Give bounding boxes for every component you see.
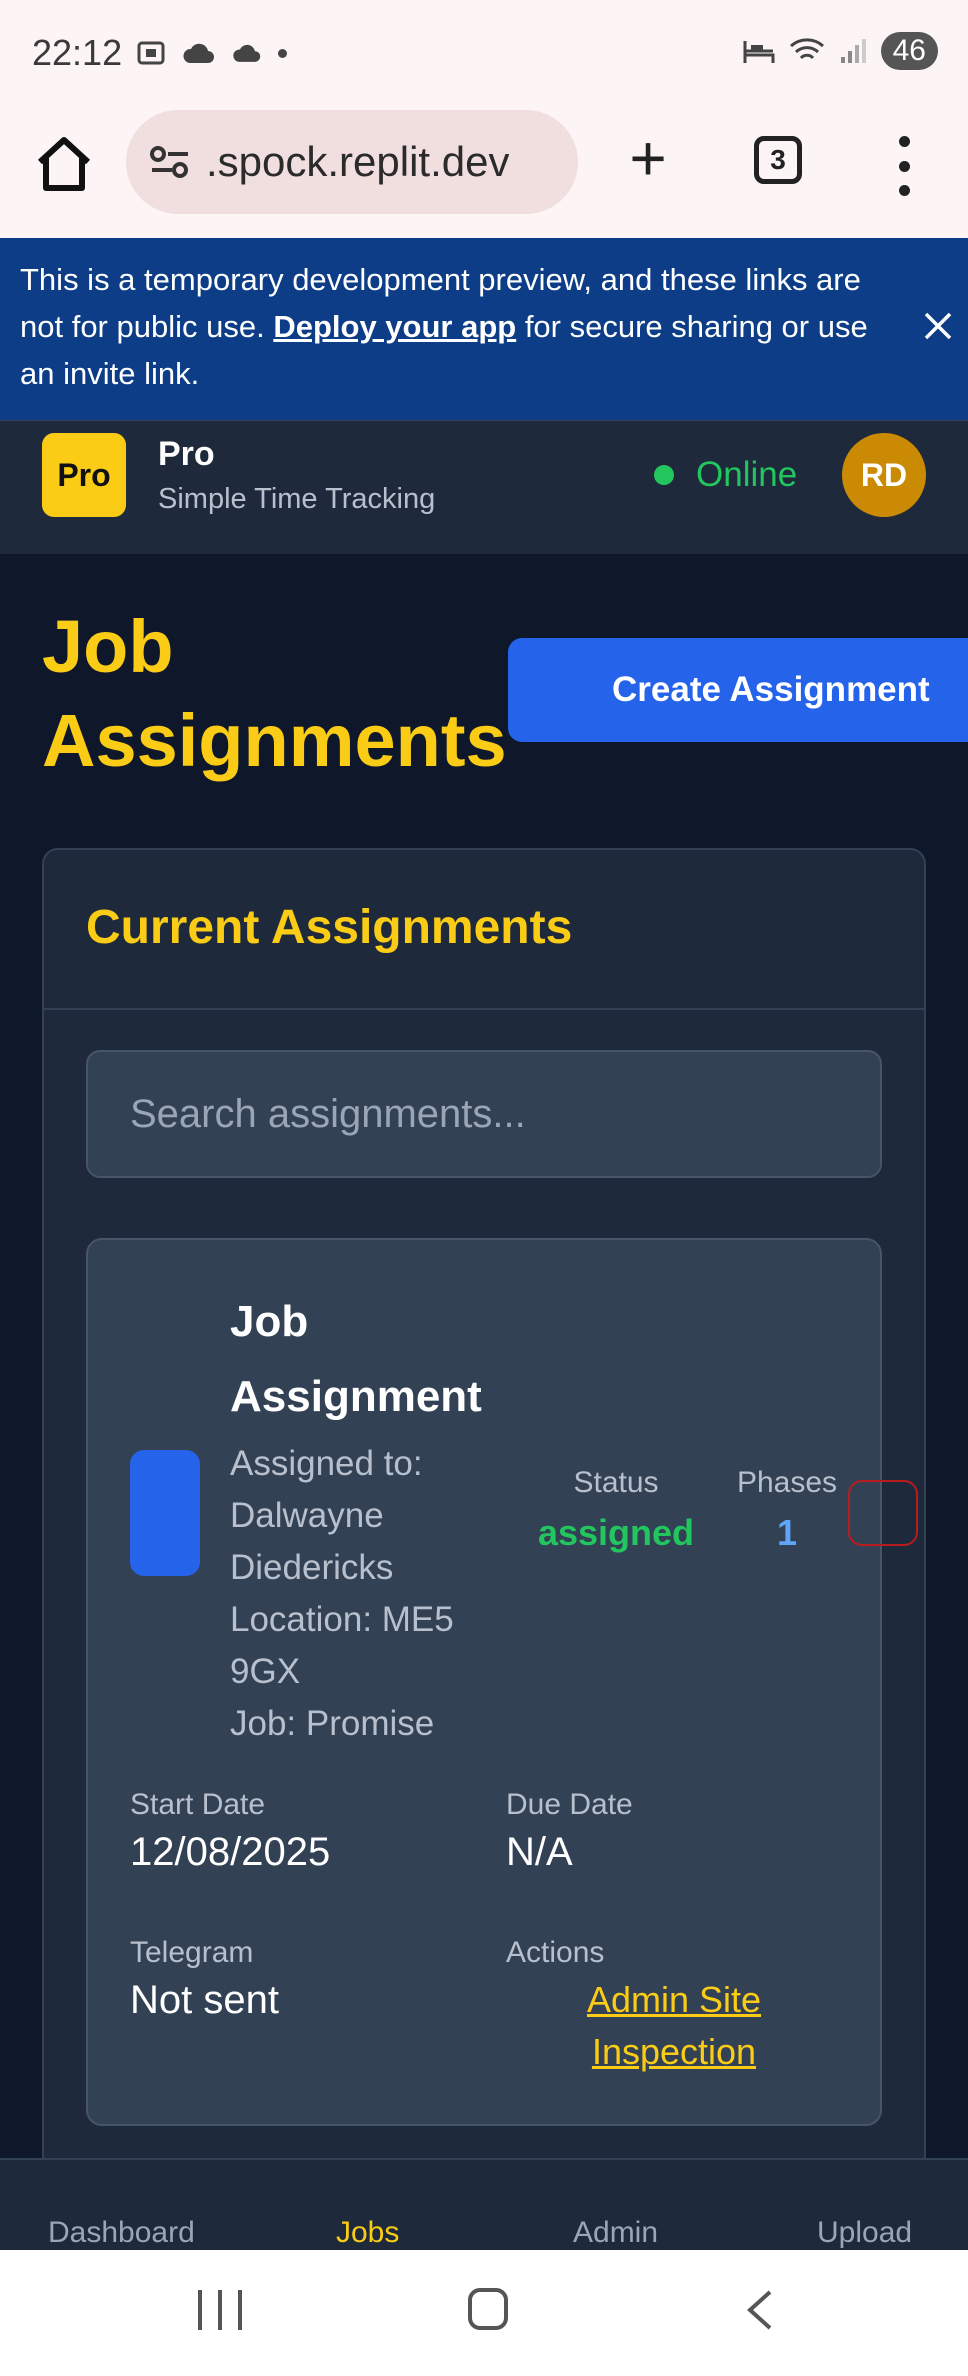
status-bar: 22:12 46 <box>0 0 968 106</box>
main-content: Job Assignments Create Assignment Curren… <box>0 554 968 2158</box>
banner-text: This is a temporary development preview,… <box>20 262 868 391</box>
nav-jobs[interactable]: Jobs <box>336 2216 399 2250</box>
status-dot-icon <box>654 465 674 485</box>
signal-icon <box>840 39 866 63</box>
assignment-title: Job Assignment <box>230 1297 482 1421</box>
create-assignment-button[interactable]: Create Assignment <box>508 638 968 742</box>
phases-stat: Phases 1 <box>722 1466 852 1554</box>
status-time: 22:12 <box>32 32 123 73</box>
close-icon[interactable] <box>922 310 954 342</box>
assignment-details: Assigned to: Dalwayne Diedericks Locatio… <box>230 1438 510 1750</box>
site-settings-icon[interactable] <box>148 140 192 184</box>
deploy-link[interactable]: Deploy your app <box>273 309 516 344</box>
location: Location: ME5 9GX <box>230 1600 454 1691</box>
nav-upload[interactable]: Upload <box>817 2216 912 2250</box>
app-header: Pro Pro Simple Time Tracking Online RD <box>0 420 968 554</box>
status-stat: Status assigned <box>528 1466 704 1554</box>
notification-icons <box>136 38 287 68</box>
browser-menu-button[interactable] <box>886 136 922 196</box>
job-name: Job: Promise <box>230 1704 435 1743</box>
home-button-icon[interactable] <box>468 2288 508 2330</box>
page-title: Job Assignments <box>42 605 507 782</box>
wifi-icon <box>789 38 824 60</box>
search-input[interactable] <box>86 1050 882 1178</box>
card-title: Current Assignments <box>86 901 573 954</box>
bed-icon <box>743 41 775 63</box>
new-tab-button[interactable]: + <box>620 126 676 190</box>
actions-field: Actions Admin Site Inspection <box>506 1936 842 2078</box>
assigned-to: Assigned to: Dalwayne Diedericks <box>230 1444 423 1587</box>
screenshot-icon <box>137 41 165 65</box>
start-date-field: Start Date 12/08/2025 <box>130 1788 331 1874</box>
cloud-icon <box>183 43 214 63</box>
nav-dashboard[interactable]: Dashboard <box>48 2216 195 2250</box>
url-text: .spock.replit.dev <box>206 138 510 185</box>
brand-name: Pro <box>158 435 215 473</box>
admin-site-inspection-link[interactable]: Admin Site Inspection <box>506 1974 842 2078</box>
due-date-field: Due Date N/A <box>506 1788 633 1874</box>
assignment-item[interactable]: Job Assignment Assigned to: Dalwayne Die… <box>86 1238 918 2126</box>
dev-preview-banner: This is a temporary development preview,… <box>0 238 968 420</box>
system-icons: 46 <box>743 32 938 70</box>
bottom-nav: Dashboard Jobs Admin Upload <box>0 2158 968 2250</box>
current-assignments-card: Current Assignments Job Assignment Assig… <box>42 848 926 2158</box>
address-bar[interactable]: .spock.replit.dev <box>126 110 578 214</box>
delete-button[interactable] <box>848 1480 918 1546</box>
cloud-icon <box>233 44 261 62</box>
dot-icon <box>278 48 287 58</box>
assignment-color-swatch <box>130 1450 200 1576</box>
card-header: Current Assignments <box>44 850 924 1010</box>
system-nav-bar <box>0 2250 968 2376</box>
online-status: Online <box>654 455 797 495</box>
home-icon[interactable] <box>32 132 96 196</box>
recent-apps-icon[interactable] <box>198 2290 242 2330</box>
browser-toolbar: .spock.replit.dev + 3 <box>0 106 968 238</box>
user-avatar[interactable]: RD <box>842 433 926 517</box>
telegram-field: Telegram Not sent <box>130 1936 279 2022</box>
battery-indicator: 46 <box>880 32 938 70</box>
phases-count: 1 <box>776 1512 798 1553</box>
app-logo[interactable]: Pro <box>42 433 126 517</box>
brand-subtitle: Simple Time Tracking <box>158 483 436 515</box>
tab-switcher-button[interactable]: 3 <box>754 136 802 184</box>
nav-admin[interactable]: Admin <box>573 2216 658 2250</box>
back-icon[interactable] <box>742 2288 778 2332</box>
status-badge: assigned <box>537 1512 695 1553</box>
